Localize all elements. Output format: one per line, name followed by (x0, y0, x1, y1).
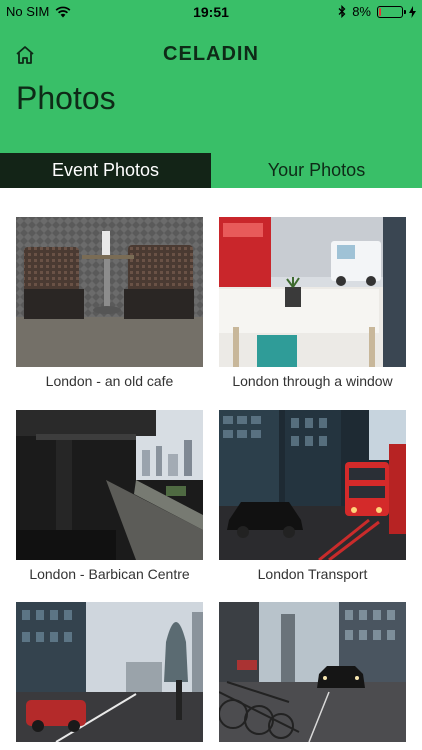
photo-card[interactable]: London - Barbican Centre (16, 410, 203, 582)
battery-percent: 8% (352, 4, 371, 19)
battery-icon (377, 5, 406, 18)
status-bar: No SIM 19:51 8% (0, 0, 422, 24)
photo-image (219, 217, 406, 367)
page-title: Photos (16, 80, 116, 116)
photo-image (219, 602, 406, 742)
photo-caption: London - an old cafe (45, 373, 174, 389)
photo-card[interactable]: London Transport (219, 410, 406, 582)
photo-card[interactable]: London - an old cafe (16, 217, 203, 389)
photo-card[interactable]: London through a window (219, 217, 406, 389)
battery-level (379, 7, 381, 16)
photo-card[interactable] (16, 602, 203, 742)
bluetooth-icon (338, 5, 346, 18)
tab-bar: Event Photos Your Photos (0, 153, 422, 188)
brand-logo: CELADIN (163, 43, 259, 65)
header: No SIM 19:51 8% CELADIN Photos Event Pho… (0, 0, 422, 188)
photo-image (16, 410, 203, 560)
photo-caption: London - Barbican Centre (29, 566, 190, 582)
tab-event-photos[interactable]: Event Photos (0, 153, 211, 188)
app-screen: No SIM 19:51 8% CELADIN Photos Event Pho… (0, 0, 422, 750)
photo-card[interactable] (219, 602, 406, 742)
photo-image (219, 410, 406, 560)
photo-grid: London - an old cafe London through a wi… (0, 188, 422, 750)
photo-image (16, 217, 203, 367)
charging-icon (409, 5, 416, 18)
photo-caption: London through a window (232, 373, 393, 389)
photo-caption: London Transport (257, 566, 368, 582)
photo-image (16, 602, 203, 742)
tab-your-photos[interactable]: Your Photos (211, 153, 422, 188)
